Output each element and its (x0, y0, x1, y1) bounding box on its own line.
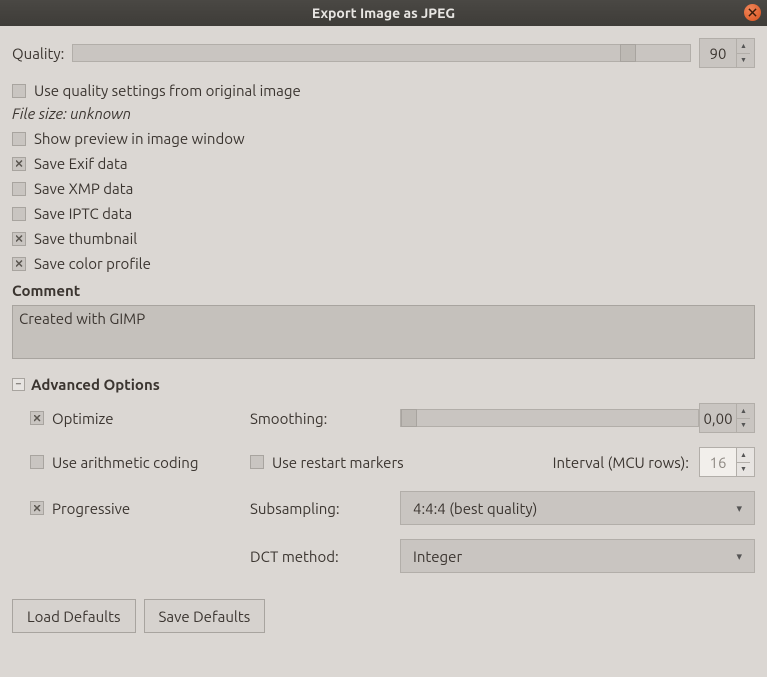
use-original-quality-checkbox[interactable] (12, 84, 26, 98)
interval-value-input (700, 448, 736, 476)
interval-spinner-down: ▼ (737, 463, 750, 477)
advanced-heading: Advanced Options (31, 376, 160, 393)
progressive-label: Progressive (52, 500, 130, 517)
save-xmp-checkbox[interactable] (12, 182, 26, 196)
save-exif-checkbox[interactable] (12, 157, 26, 171)
quality-slider-thumb[interactable] (620, 44, 636, 62)
save-color-profile-checkbox[interactable] (12, 257, 26, 271)
chevron-down-icon: ▾ (736, 550, 742, 563)
close-icon (748, 8, 757, 17)
close-button[interactable] (744, 4, 761, 21)
arithmetic-checkbox[interactable] (30, 455, 44, 469)
dct-value: Integer (413, 548, 462, 565)
save-defaults-button[interactable]: Save Defaults (144, 599, 266, 633)
chevron-down-icon: ▾ (736, 502, 742, 515)
smoothing-spinner-up[interactable]: ▲ (737, 404, 750, 419)
save-xmp-label: Save XMP data (34, 180, 133, 197)
dct-label: DCT method: (250, 548, 400, 565)
restart-markers-label: Use restart markers (272, 454, 404, 471)
subsampling-label: Subsampling: (250, 500, 400, 517)
interval-label: Interval (MCU rows): (553, 454, 689, 471)
smoothing-value-input[interactable] (700, 404, 736, 432)
use-original-quality-label: Use quality settings from original image (34, 82, 301, 99)
quality-value-input[interactable] (700, 39, 736, 67)
save-thumbnail-label: Save thumbnail (34, 230, 137, 247)
comment-heading: Comment (12, 282, 755, 299)
progressive-checkbox[interactable] (30, 501, 44, 515)
restart-markers-checkbox[interactable] (250, 455, 264, 469)
optimize-checkbox[interactable] (30, 411, 44, 425)
advanced-expander-toggle[interactable]: − (12, 378, 25, 391)
quality-spinner-up[interactable]: ▲ (737, 39, 750, 54)
smoothing-slider-thumb[interactable] (401, 409, 417, 427)
subsampling-value: 4:4:4 (best quality) (413, 500, 537, 517)
show-preview-label: Show preview in image window (34, 130, 245, 147)
show-preview-checkbox[interactable] (12, 132, 26, 146)
smoothing-spinner[interactable]: ▲ ▼ (699, 403, 755, 433)
dct-combo[interactable]: Integer ▾ (400, 539, 755, 573)
save-color-profile-label: Save color profile (34, 255, 151, 272)
optimize-label: Optimize (52, 410, 114, 427)
quality-slider[interactable] (72, 44, 691, 62)
smoothing-slider[interactable] (400, 409, 699, 427)
titlebar: Export Image as JPEG (0, 0, 767, 26)
save-exif-label: Save Exif data (34, 155, 128, 172)
subsampling-combo[interactable]: 4:4:4 (best quality) ▾ (400, 491, 755, 525)
quality-label: Quality: (12, 45, 64, 62)
save-iptc-label: Save IPTC data (34, 205, 132, 222)
save-iptc-checkbox[interactable] (12, 207, 26, 221)
smoothing-spinner-down[interactable]: ▼ (737, 419, 750, 433)
interval-spinner-up: ▲ (737, 448, 750, 463)
arithmetic-label: Use arithmetic coding (52, 454, 198, 471)
interval-spinner: ▲ ▼ (699, 447, 755, 477)
quality-spinner[interactable]: ▲ ▼ (699, 38, 755, 68)
smoothing-label: Smoothing: (250, 410, 400, 427)
comment-textarea[interactable] (12, 305, 755, 359)
file-size-text: File size: unknown (12, 105, 755, 122)
quality-spinner-down[interactable]: ▼ (737, 54, 750, 68)
save-thumbnail-checkbox[interactable] (12, 232, 26, 246)
window-title: Export Image as JPEG (312, 5, 455, 21)
load-defaults-button[interactable]: Load Defaults (12, 599, 136, 633)
